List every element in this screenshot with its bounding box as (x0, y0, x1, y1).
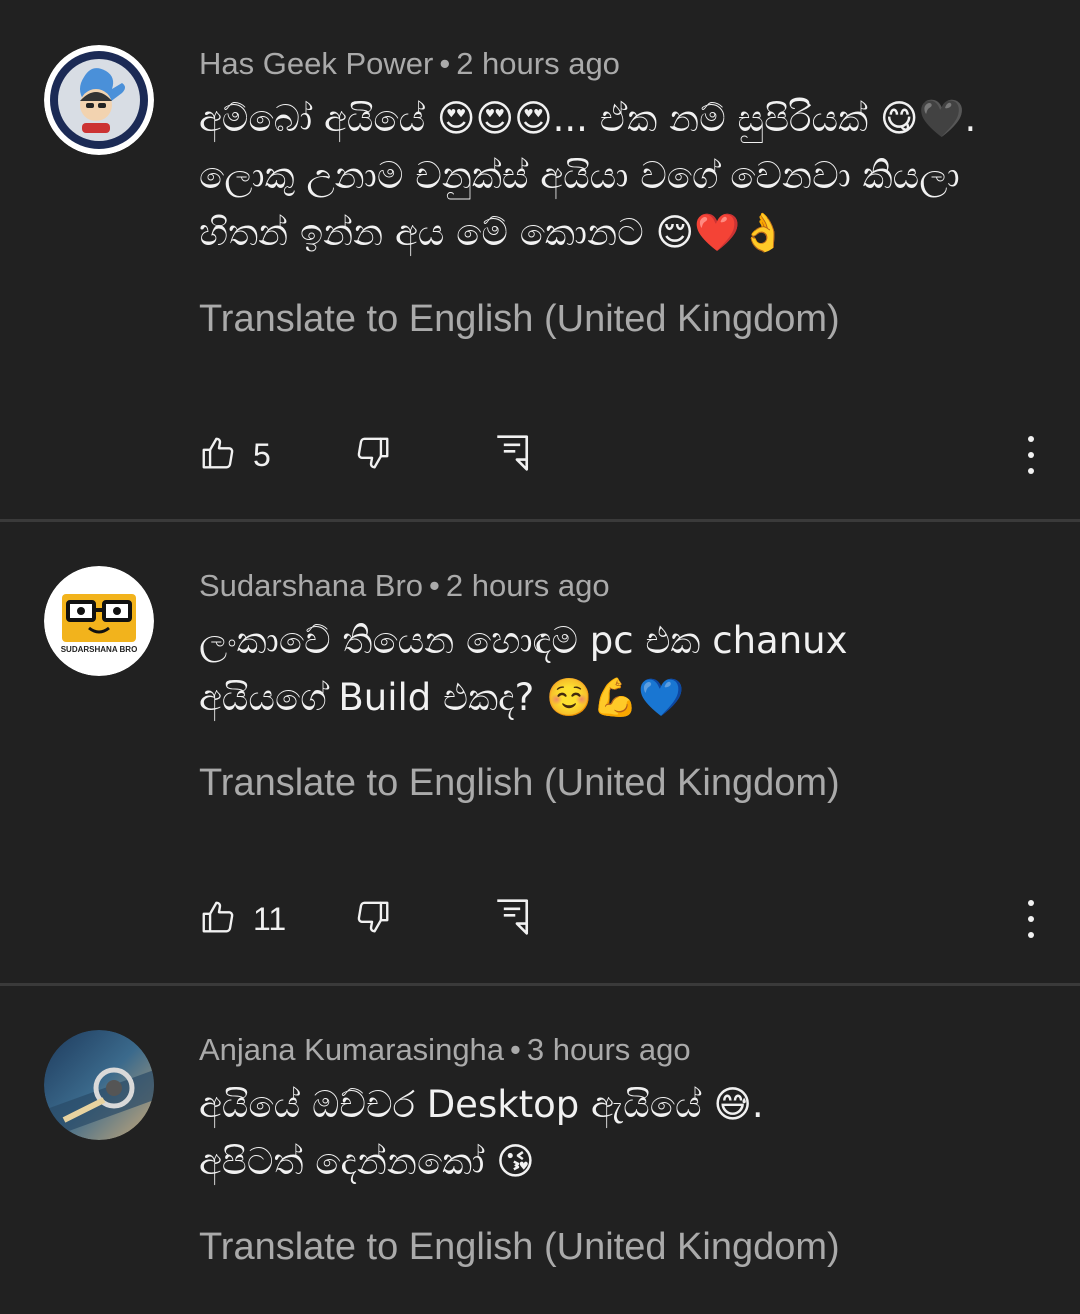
like-count: 11 (253, 900, 287, 937)
comment-meta: Anjana Kumarasingha • 3 hours ago (199, 1032, 691, 1068)
author-name[interactable]: Sudarshana Bro (199, 568, 423, 603)
comment-item: Anjana Kumarasingha • 3 hours ago අයියේ ඔච… (0, 986, 1080, 1314)
avatar[interactable]: SUDARSHANA BRO (44, 566, 154, 676)
comment-text: අම්බෝ අයියේ 😍😍😍... ඒක නම් සුපිරියක් 😋🖤. … (199, 97, 977, 254)
like-button[interactable]: 5 (199, 430, 271, 480)
dislike-button[interactable] (354, 430, 392, 480)
meta-separator: • (429, 568, 440, 603)
comment-text: ලංකාවේ තියෙන හොඳම pc එක chanux අයියගේ Bu… (199, 619, 848, 719)
reply-button[interactable] (494, 894, 530, 944)
comment-actions: 5 (0, 430, 1080, 480)
avatar[interactable] (44, 45, 154, 155)
more-options-button[interactable] (1016, 430, 1046, 480)
comment-time: 2 hours ago (456, 46, 620, 81)
thumbs-up-icon (199, 434, 237, 476)
translate-link[interactable]: Translate to English (United Kingdom) (199, 298, 840, 341)
comment-actions: 11 (0, 894, 1080, 944)
comment-meta: Has Geek Power • 2 hours ago (199, 46, 620, 82)
meta-separator: • (510, 1032, 521, 1067)
more-vertical-icon (1016, 431, 1046, 479)
reply-button[interactable] (494, 430, 530, 480)
thumbs-up-icon (199, 898, 237, 940)
like-button[interactable]: 11 (199, 894, 286, 944)
like-count: 5 (253, 436, 271, 473)
meta-separator: • (439, 46, 451, 81)
more-vertical-icon (1016, 895, 1046, 943)
reply-comment-icon (494, 897, 530, 941)
more-options-button[interactable] (1016, 894, 1046, 944)
avatar-caption: SUDARSHANA BRO (60, 645, 138, 654)
translate-link[interactable]: Translate to English (United Kingdom) (199, 762, 840, 805)
author-name[interactable]: Anjana Kumarasingha (199, 1032, 504, 1067)
thumbs-down-icon (354, 898, 392, 940)
comment-time: 3 hours ago (526, 1032, 691, 1067)
author-name[interactable]: Has Geek Power (199, 46, 433, 81)
thumbs-down-icon (354, 434, 392, 476)
comment-time: 2 hours ago (445, 568, 610, 603)
comment-item: SUDARSHANA BRO Sudarshana Bro • 2 hours ag… (0, 522, 1080, 983)
comment-text: අයියේ ඔච්චර Desktop ඇයියේ 😅. අපිටත් දෙන්… (199, 1083, 764, 1183)
reply-comment-icon (494, 433, 530, 477)
dislike-button[interactable] (354, 894, 392, 944)
comment-item: Has Geek Power • 2 hours ago අම්බෝ අයියේ 😍… (0, 0, 1080, 519)
comment-meta: Sudarshana Bro • 2 hours ago (199, 568, 610, 604)
translate-link[interactable]: Translate to English (United Kingdom) (199, 1226, 840, 1269)
avatar[interactable] (44, 1030, 154, 1140)
